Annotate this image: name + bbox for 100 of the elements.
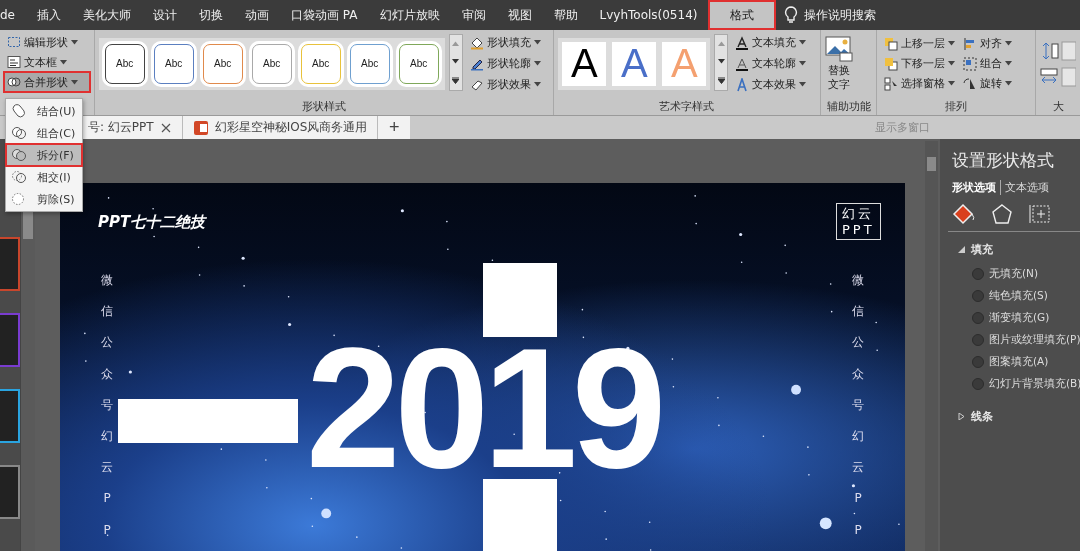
tab-title: 号: 幻云PPT (88, 119, 154, 136)
caret-icon (533, 61, 541, 66)
section-header[interactable]: 线条 (971, 409, 993, 424)
radio-button[interactable] (972, 312, 984, 324)
menu-tab[interactable]: 视图 (496, 0, 543, 30)
section-header[interactable]: 填充 (971, 242, 993, 257)
text-outline-icon (735, 56, 750, 71)
ribbon-command[interactable]: 组合 (960, 53, 1016, 74)
menu-tab[interactable]: 帮助 (542, 0, 589, 30)
caret-icon (71, 39, 78, 45)
pane-tab[interactable]: 文本选项 (1000, 180, 1053, 195)
text-box-icon (7, 55, 21, 69)
pane-tab[interactable]: 形状选项 (952, 180, 1000, 195)
width-icon (1040, 66, 1076, 87)
pentagon-icon[interactable] (990, 203, 1014, 225)
menu-tab[interactable]: de (0, 0, 26, 30)
menu-item[interactable]: 剪除(S) (6, 188, 82, 210)
caret-icon (948, 61, 956, 66)
ribbon-command[interactable]: 下移一层 (881, 53, 959, 74)
radio-button[interactable] (972, 356, 984, 368)
shape-style-sample[interactable]: Abc (349, 43, 390, 84)
paint-bucket-icon[interactable] (952, 203, 976, 225)
menu-tab[interactable]: 切换 (188, 0, 234, 30)
ribbon-command[interactable]: 形状填充 (466, 32, 544, 53)
radio-button[interactable] (972, 290, 984, 302)
ribbon-command[interactable]: 合并形状 (4, 72, 90, 92)
group-label: 形状样式 (302, 98, 347, 114)
menu-tab[interactable]: 审阅 (450, 0, 497, 30)
gallery-scroll-buttons[interactable] (448, 34, 463, 91)
radio-button[interactable] (972, 378, 984, 390)
radio-label[interactable]: 无填充(N) (989, 267, 1039, 281)
menu-tab[interactable]: 格式 (708, 0, 777, 30)
radio-label[interactable]: 图案填充(A) (989, 355, 1049, 369)
fragment-icon (11, 147, 27, 163)
document-tab[interactable]: 幻彩星空神秘IOS风商务通用 (182, 116, 379, 139)
vertical-text: 微信公众号幻云PP (852, 272, 864, 539)
radio-label[interactable]: 幻灯片背景填充(B) (989, 377, 1080, 391)
menu-tab[interactable]: 美化大师 (72, 0, 142, 30)
caret-icon (1005, 61, 1013, 66)
ribbon-command[interactable]: 上移一层 (881, 33, 959, 54)
intersect-icon (11, 169, 27, 185)
presentation-file-icon (192, 119, 209, 136)
caret-icon (799, 61, 807, 66)
menu-tab[interactable]: LvyhTools(0514) (588, 0, 709, 30)
shape-style-sample[interactable]: Abc (251, 43, 292, 84)
wordart-style-sample[interactable]: A (562, 41, 607, 86)
collapse-icon[interactable] (958, 246, 965, 253)
shape-style-sample[interactable]: Abc (300, 43, 341, 84)
radio-label[interactable]: 渐变填充(G) (989, 311, 1050, 325)
radio-label[interactable]: 图片或纹理填充(P) (989, 333, 1080, 347)
edit-shape-icon (7, 35, 21, 49)
caret-icon (948, 81, 956, 86)
radio-button[interactable] (972, 334, 984, 346)
menu-item[interactable]: 拆分(F) (6, 144, 82, 166)
alt-text-button[interactable]: 替换文字 (824, 36, 853, 91)
menu-tab[interactable]: 插入 (26, 0, 72, 30)
combine-icon (11, 125, 27, 141)
shape-style-sample[interactable]: Abc (202, 43, 243, 84)
ribbon-command[interactable]: 对齐 (960, 33, 1016, 54)
rotate-icon (963, 76, 978, 91)
menu-item[interactable]: 相交(I) (6, 166, 82, 188)
ribbon-command[interactable]: 文本填充 (732, 32, 810, 53)
new-tab-button[interactable]: + (378, 116, 411, 139)
shape-style-sample[interactable]: Abc (398, 43, 439, 84)
close-icon[interactable] (159, 121, 172, 134)
slide-title: PPT七十二绝技 (98, 213, 206, 232)
vertical-text: 微信公众号幻云PP (101, 272, 113, 539)
logo: 幻云 PPT (836, 203, 881, 241)
ribbon-command[interactable]: 形状效果 (466, 74, 544, 95)
ribbon-command[interactable]: 编辑形状 (4, 32, 90, 52)
radio-label[interactable]: 纯色填充(S) (989, 289, 1048, 303)
send-backward-icon (884, 56, 899, 71)
ribbon-command[interactable]: 文本框 (4, 52, 90, 72)
ribbon-command[interactable]: 文本轮廓 (732, 53, 810, 74)
wordart-style-sample[interactable]: A (612, 41, 657, 86)
ribbon-command[interactable]: 文本效果 (732, 74, 810, 95)
size-layout-icon[interactable] (1028, 203, 1052, 225)
tab-title: 幻彩星空神秘IOS风商务通用 (214, 119, 368, 136)
shape-style-sample[interactable]: Abc (153, 43, 194, 84)
subtract-icon (11, 191, 27, 207)
shape-style-sample[interactable]: Abc (104, 43, 145, 84)
ribbon-command[interactable]: 形状轮廓 (466, 53, 544, 74)
menu-tab[interactable]: 幻灯片放映 (368, 0, 451, 30)
tell-me-search[interactable]: 操作说明搜索 (804, 6, 877, 24)
scrollbar[interactable] (925, 141, 938, 551)
ribbon-command[interactable]: 旋转 (960, 73, 1016, 94)
menu-tab[interactable]: 动画 (234, 0, 280, 30)
radio-button[interactable] (972, 268, 984, 280)
merge-shapes-icon (7, 75, 21, 89)
paint-bucket-icon (469, 35, 484, 50)
ribbon-command[interactable]: 选择窗格 (881, 73, 959, 94)
caret-icon (799, 40, 807, 45)
selection-pane-icon (884, 76, 899, 91)
gallery-scroll-buttons[interactable] (714, 34, 729, 91)
union-icon (11, 103, 27, 119)
caret-icon (533, 40, 541, 45)
menu-tab[interactable]: 口袋动画 PA (280, 0, 369, 30)
menu-tab[interactable]: 设计 (142, 0, 188, 30)
expand-icon[interactable] (958, 413, 965, 420)
text-effect-icon (735, 77, 750, 92)
